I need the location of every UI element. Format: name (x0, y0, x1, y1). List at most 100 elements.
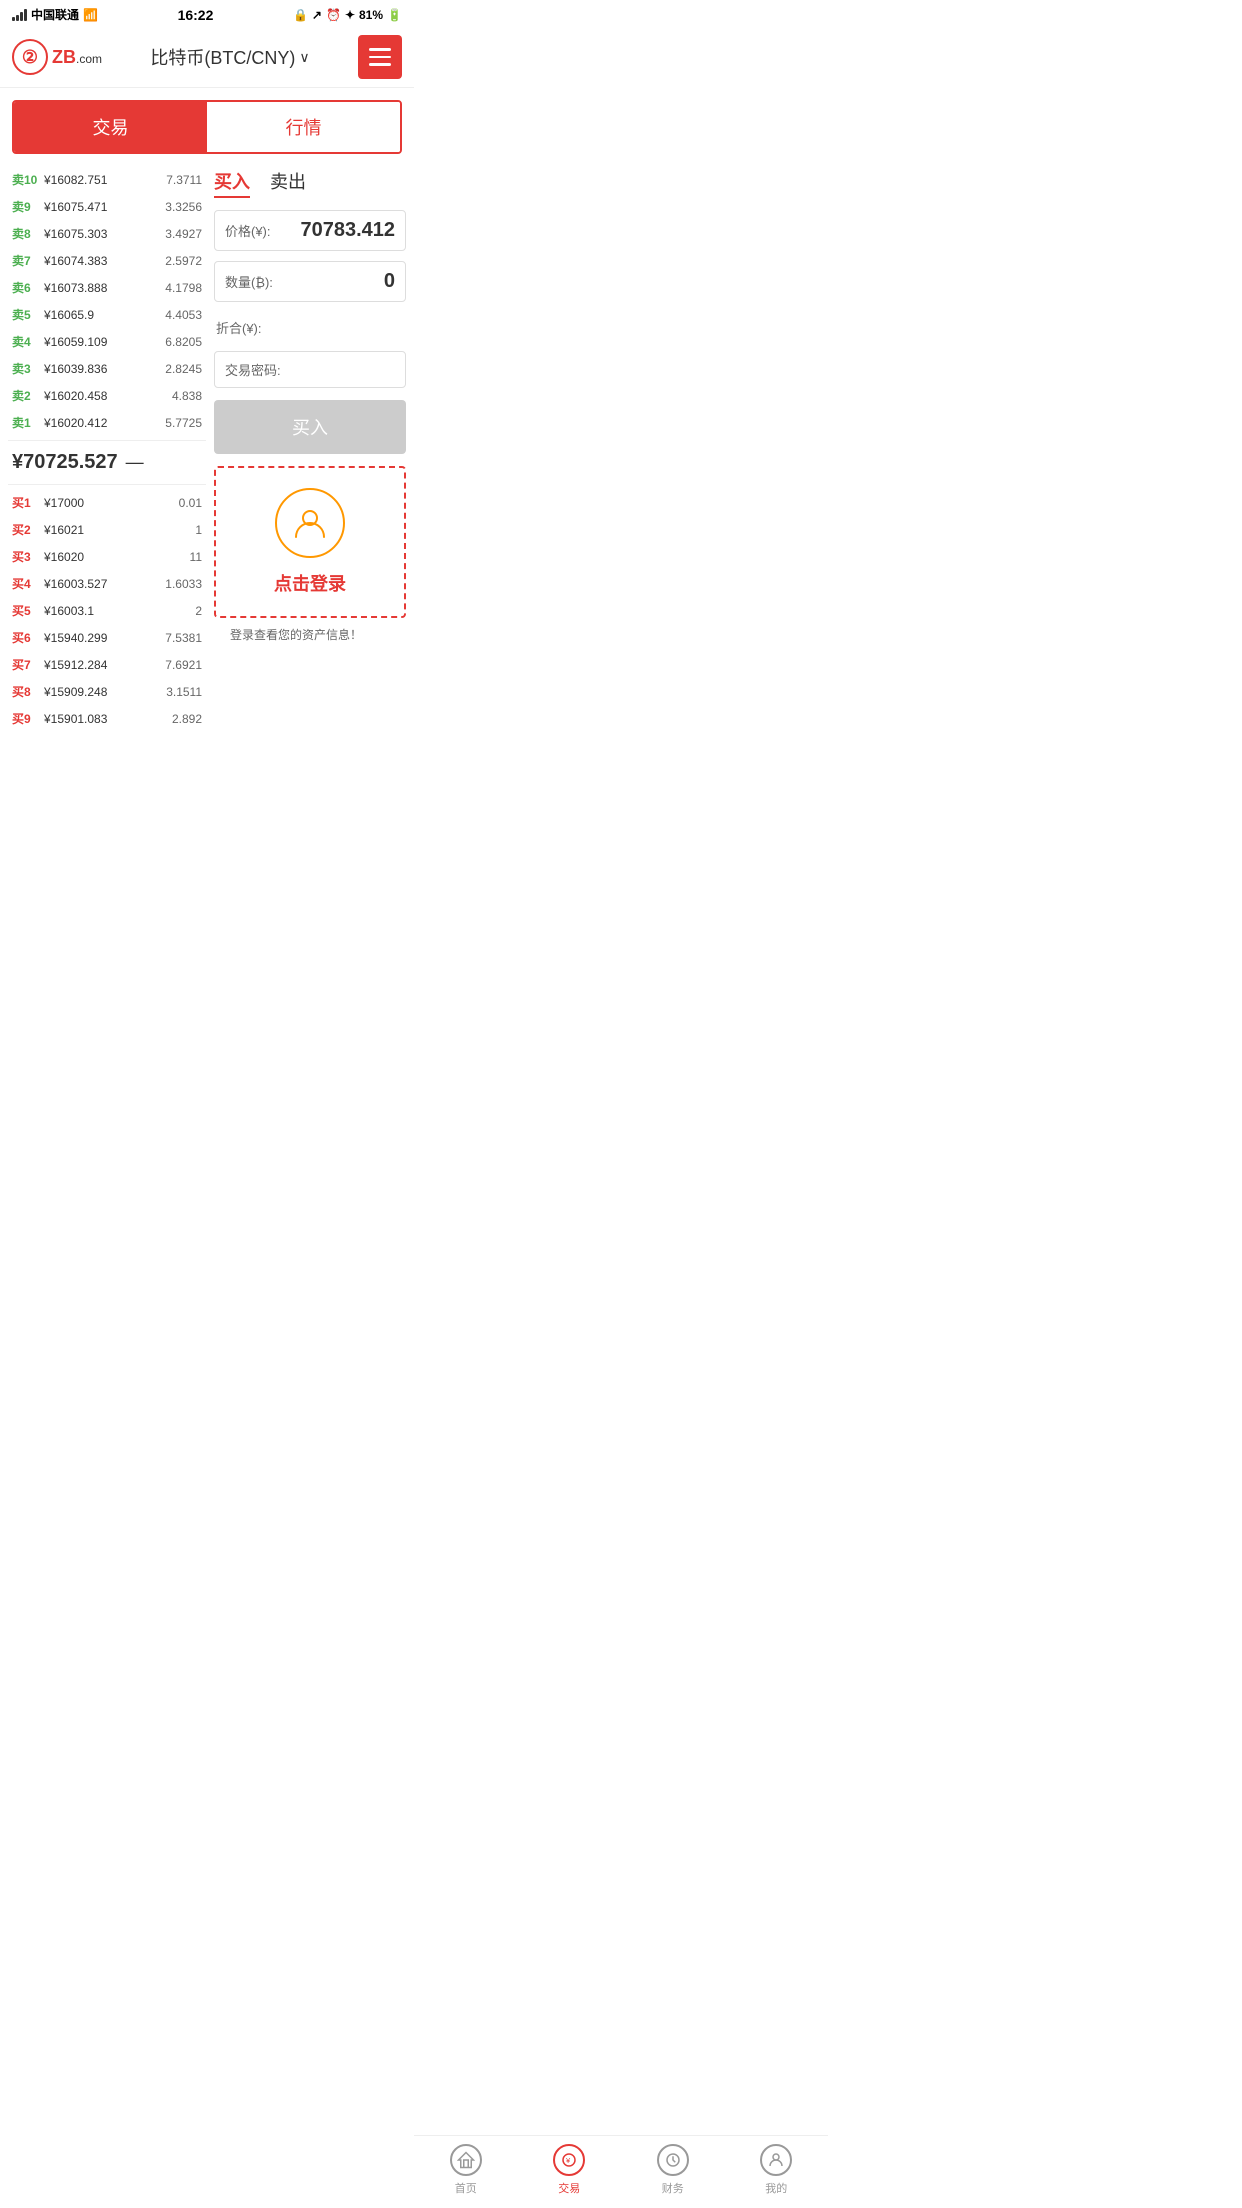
sell-label-6: 卖6 (12, 279, 40, 296)
sell-qty-5: 4.4053 (165, 308, 202, 322)
price-value[interactable]: 70783.412 (300, 219, 395, 242)
buy-label-4: 买4 (12, 575, 40, 592)
nav-home-label: 首页 (455, 2180, 477, 2196)
menu-line-3 (369, 63, 391, 66)
buy-order-9: 买9 ¥15901.083 2.892 (8, 705, 206, 732)
sell-qty-7: 2.5972 (165, 254, 202, 268)
menu-line-2 (369, 56, 391, 59)
tab-market[interactable]: 行情 (207, 102, 400, 152)
buy-order-5: 买5 ¥16003.1 2 (8, 597, 206, 624)
battery-label: 81% (359, 8, 383, 22)
fold-label: 折合(¥): (216, 318, 262, 337)
home-icon (450, 2144, 482, 2176)
nav-finance-label: 财务 (662, 2180, 684, 2196)
sell-orders: 卖10 ¥16082.751 7.3711 卖9 ¥16075.471 3.32… (8, 166, 206, 436)
status-bar: 中国联通 📶 16:22 🔒 ↗ ⏰ ✦ 81% 🔋 (0, 0, 414, 27)
sell-price-9: ¥16075.471 (40, 200, 165, 214)
nav-finance[interactable]: 财务 (643, 2144, 703, 2196)
buy-price-7: ¥15912.284 (40, 658, 165, 672)
sell-order-2: 卖2 ¥16020.458 4.838 (8, 382, 206, 409)
sell-order-5: 卖5 ¥16065.9 4.4053 (8, 301, 206, 328)
buy-label-8: 买8 (12, 683, 40, 700)
sell-label-9: 卖9 (12, 198, 40, 215)
qty-value[interactable]: 0 (384, 270, 395, 293)
bottom-nav: 首页 ¥ 交易 财务 我的 (414, 2135, 828, 2208)
status-left: 中国联通 📶 (12, 6, 98, 23)
sell-label-5: 卖5 (12, 306, 40, 323)
tab-switch: 交易 行情 (12, 100, 402, 154)
sell-order-7: 卖7 ¥16074.383 2.5972 (8, 247, 206, 274)
buy-label-7: 买7 (12, 656, 40, 673)
buy-label-9: 买9 (12, 710, 40, 727)
sell-qty-1: 5.7725 (165, 416, 202, 430)
password-input[interactable]: 交易密码: (214, 351, 406, 388)
buy-label-1: 买1 (12, 494, 40, 511)
sell-qty-9: 3.3256 (165, 200, 202, 214)
sell-price-7: ¥16074.383 (40, 254, 165, 268)
finance-icon (657, 2144, 689, 2176)
sell-order-8: 卖8 ¥16075.303 3.4927 (8, 220, 206, 247)
nav-home[interactable]: 首页 (436, 2144, 496, 2196)
bluetooth-icon: ✦ (345, 8, 355, 22)
buy-order-6: 买6 ¥15940.299 7.5381 (8, 624, 206, 651)
login-box[interactable]: 点击登录 (214, 466, 406, 618)
buy-orders: 买1 ¥17000 0.01 买2 ¥16021 1 买3 ¥16020 11 … (8, 489, 206, 732)
sell-label-10: 卖10 (12, 171, 40, 188)
buy-price-2: ¥16021 (40, 523, 195, 537)
app-header: ② ZB.com 比特币(BTC/CNY) ∨ (0, 27, 414, 88)
login-avatar-icon (275, 488, 345, 558)
battery-icon: 🔋 (387, 8, 402, 22)
sell-qty-2: 4.838 (172, 389, 202, 403)
current-price-value: ¥70725.527 (12, 451, 118, 474)
sell-order-10: 卖10 ¥16082.751 7.3711 (8, 166, 206, 193)
tab-trade[interactable]: 交易 (14, 102, 207, 152)
price-label: 价格(¥): (225, 221, 271, 240)
sell-order-6: 卖6 ¥16073.888 4.1798 (8, 274, 206, 301)
market-selector[interactable]: 比特币(BTC/CNY) ∨ (150, 44, 309, 70)
nav-profile[interactable]: 我的 (746, 2144, 806, 2196)
buy-qty-5: 2 (195, 604, 202, 618)
menu-button[interactable] (358, 35, 402, 79)
buy-qty-6: 7.5381 (165, 631, 202, 645)
sell-order-4: 卖4 ¥16059.109 6.8205 (8, 328, 206, 355)
buy-button[interactable]: 买入 (214, 400, 406, 454)
current-price-row: ¥70725.527 — (8, 440, 206, 485)
order-book: 卖10 ¥16082.751 7.3711 卖9 ¥16075.471 3.32… (8, 166, 206, 732)
sell-qty-6: 4.1798 (165, 281, 202, 295)
buy-price-4: ¥16003.527 (40, 577, 165, 591)
menu-line-1 (369, 48, 391, 51)
qty-input[interactable]: 数量(₿): 0 (214, 261, 406, 302)
sell-label-7: 卖7 (12, 252, 40, 269)
buy-label-2: 买2 (12, 521, 40, 538)
sell-price-1: ¥16020.412 (40, 416, 165, 430)
status-right: 🔒 ↗ ⏰ ✦ 81% 🔋 (293, 8, 402, 22)
sell-price-4: ¥16059.109 (40, 335, 165, 349)
sell-qty-4: 6.8205 (165, 335, 202, 349)
buy-order-7: 买7 ¥15912.284 7.6921 (8, 651, 206, 678)
buy-label-5: 买5 (12, 602, 40, 619)
logo[interactable]: ② ZB.com (12, 39, 102, 75)
sell-label-3: 卖3 (12, 360, 40, 377)
profile-icon (760, 2144, 792, 2176)
login-text[interactable]: 点击登录 (274, 570, 346, 596)
qty-label: 数量(₿): (225, 272, 273, 291)
price-direction-icon: — (126, 452, 144, 473)
sell-order-9: 卖9 ¥16075.471 3.3256 (8, 193, 206, 220)
buy-tab[interactable]: 买入 (214, 168, 250, 198)
sell-label-8: 卖8 (12, 225, 40, 242)
buy-order-1: 买1 ¥17000 0.01 (8, 489, 206, 516)
buy-qty-1: 0.01 (179, 496, 202, 510)
sell-label-2: 卖2 (12, 387, 40, 404)
nav-trade[interactable]: ¥ 交易 (539, 2144, 599, 2196)
price-input[interactable]: 价格(¥): 70783.412 (214, 210, 406, 251)
dropdown-icon: ∨ (299, 49, 309, 66)
sell-price-2: ¥16020.458 (40, 389, 172, 403)
buy-qty-2: 1 (195, 523, 202, 537)
time-display: 16:22 (178, 7, 214, 23)
password-label: 交易密码: (225, 360, 281, 379)
buy-order-4: 买4 ¥16003.527 1.6033 (8, 570, 206, 597)
buy-price-5: ¥16003.1 (40, 604, 195, 618)
carrier-label: 中国联通 (31, 6, 79, 23)
buy-sell-tabs: 买入 卖出 (214, 166, 406, 198)
sell-tab[interactable]: 卖出 (270, 168, 306, 198)
